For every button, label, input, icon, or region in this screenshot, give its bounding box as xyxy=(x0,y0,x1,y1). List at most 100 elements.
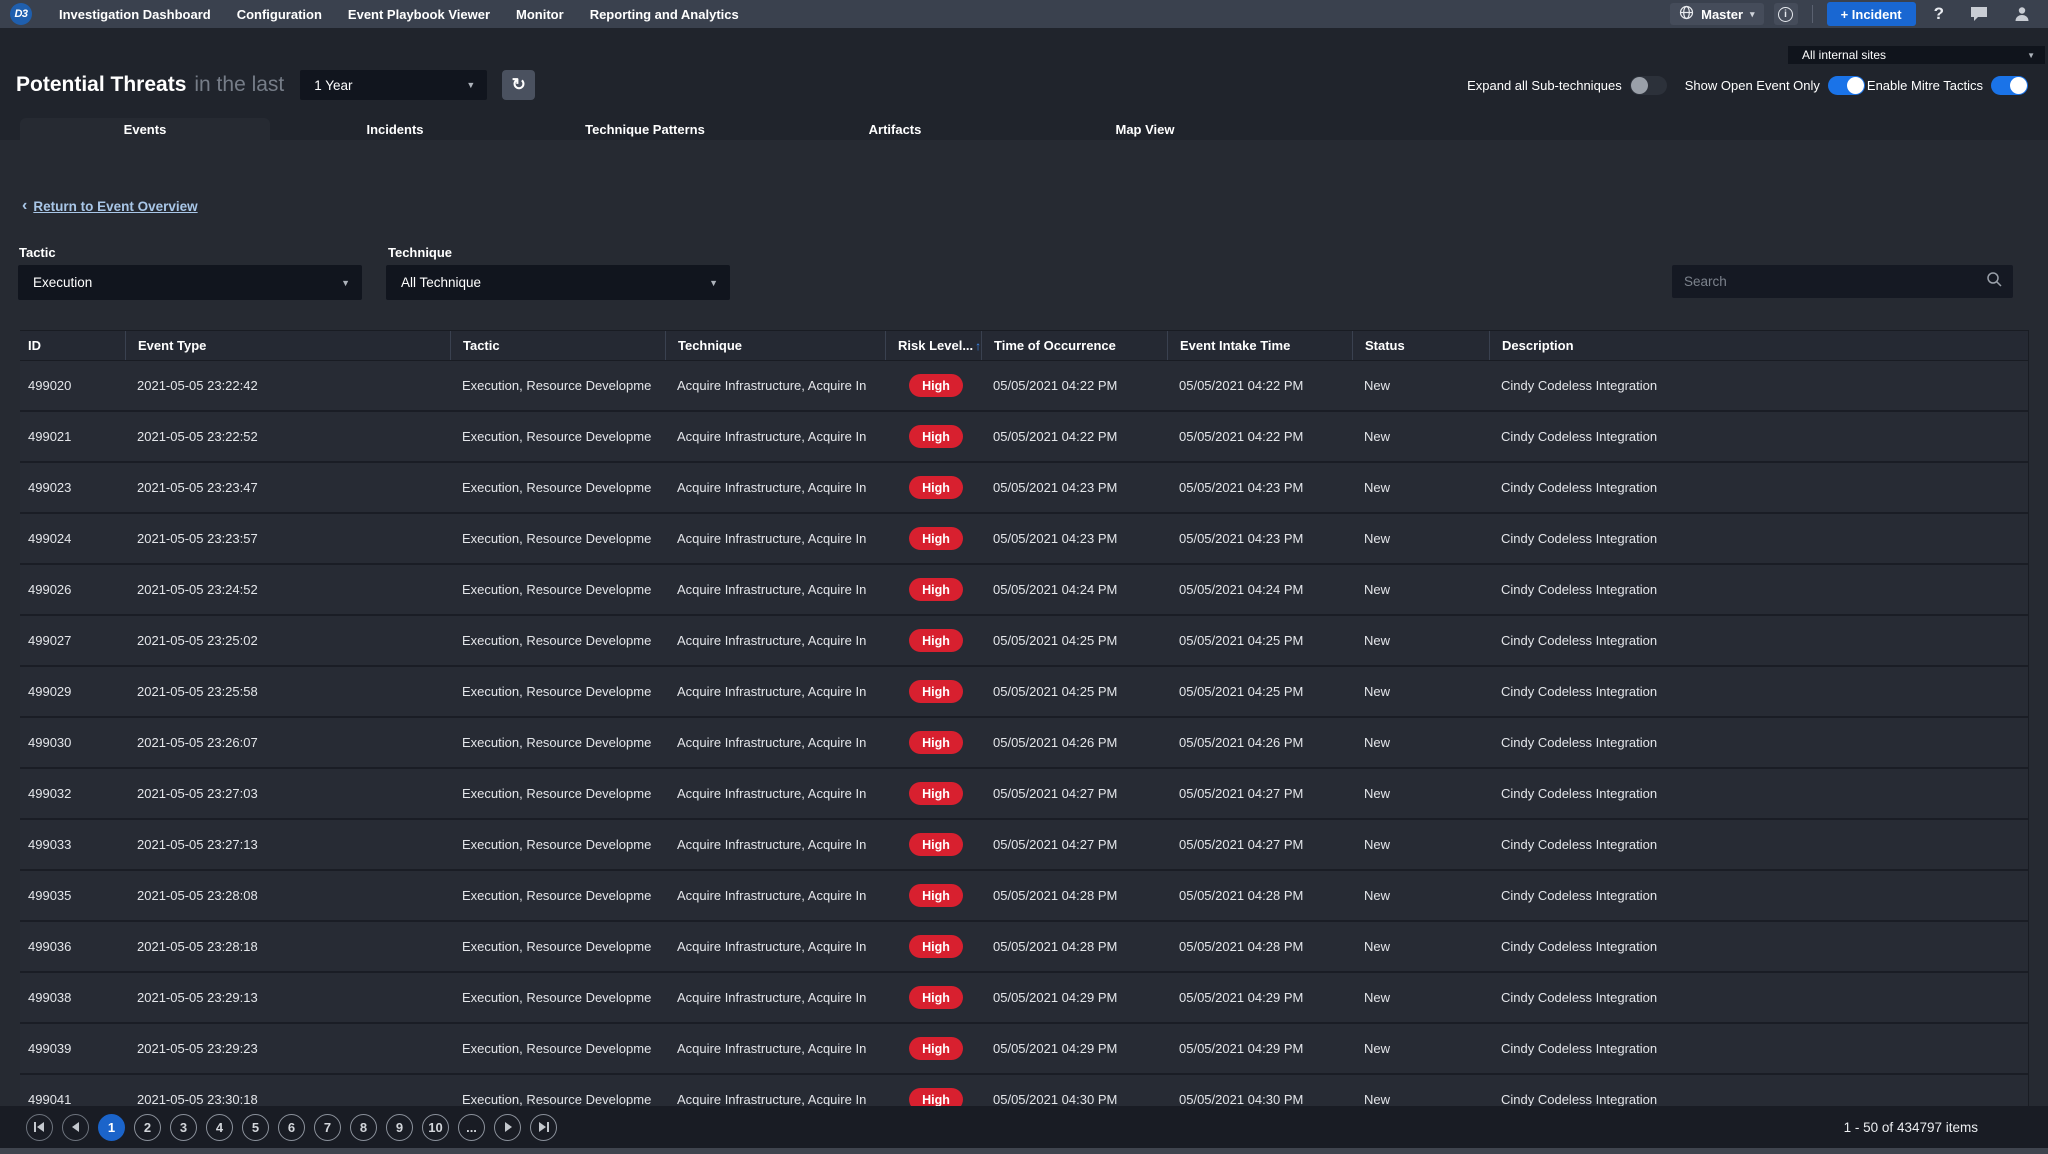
table-row-499035[interactable]: 4990352021-05-05 23:28:08Execution, Reso… xyxy=(20,871,2028,922)
page-button-10[interactable]: 10 xyxy=(422,1114,449,1141)
table-row-499032[interactable]: 4990322021-05-05 23:27:03Execution, Reso… xyxy=(20,769,2028,820)
cell-id: 499041 xyxy=(20,1092,125,1106)
page-button-8[interactable]: 8 xyxy=(350,1114,377,1141)
cell-event_type: 2021-05-05 23:29:13 xyxy=(125,990,450,1005)
column-header-time-of-occurrence[interactable]: Time of Occurrence xyxy=(981,331,1167,360)
show-open-event-only-toggle[interactable] xyxy=(1828,76,1865,95)
table-row-499036[interactable]: 4990362021-05-05 23:28:18Execution, Reso… xyxy=(20,922,2028,973)
page-button-4[interactable]: 4 xyxy=(206,1114,233,1141)
chat-icon[interactable] xyxy=(1962,6,1996,22)
search-icon[interactable] xyxy=(1986,271,2003,293)
nav-item-configuration[interactable]: Configuration xyxy=(224,7,335,22)
cell-status: New xyxy=(1352,735,1489,750)
cell-description: Cindy Codeless Integration xyxy=(1489,837,2028,852)
column-header-status[interactable]: Status xyxy=(1352,331,1489,360)
navbar-right: Master ▾ i + Incident ? xyxy=(1670,2,2038,26)
first-page-button[interactable] xyxy=(26,1114,53,1141)
time-range-value: 1 Year xyxy=(314,78,466,93)
technique-dropdown[interactable]: All Technique ▼ xyxy=(386,265,730,300)
cell-event_type: 2021-05-05 23:27:03 xyxy=(125,786,450,801)
refresh-button[interactable]: ↻ xyxy=(502,70,535,100)
site-scope-dropdown[interactable]: Master ▾ xyxy=(1670,3,1763,25)
page-button-1[interactable]: 1 xyxy=(98,1114,125,1141)
table-row-499026[interactable]: 4990262021-05-05 23:24:52Execution, Reso… xyxy=(20,565,2028,616)
risk-badge-high: High xyxy=(909,986,963,1009)
help-button[interactable]: ? xyxy=(1926,4,1952,24)
tab-events[interactable]: Events xyxy=(20,118,270,140)
nav-item-reporting-and-analytics[interactable]: Reporting and Analytics xyxy=(577,7,752,22)
table-row-499023[interactable]: 4990232021-05-05 23:23:47Execution, Reso… xyxy=(20,463,2028,514)
table-row-499041[interactable]: 4990412021-05-05 23:30:18Execution, Reso… xyxy=(20,1075,2028,1106)
new-incident-button[interactable]: + Incident xyxy=(1827,2,1916,26)
expand-all-sub-techniques-toggle[interactable] xyxy=(1630,76,1667,95)
cell-technique: Acquire Infrastructure, Acquire In xyxy=(665,480,885,495)
table-row-499024[interactable]: 4990242021-05-05 23:23:57Execution, Reso… xyxy=(20,514,2028,565)
return-to-event-overview-link[interactable]: ‹ Return to Event Overview xyxy=(22,197,198,215)
page-button-5[interactable]: 5 xyxy=(242,1114,269,1141)
risk-badge-high: High xyxy=(909,425,963,448)
user-icon[interactable] xyxy=(2006,6,2038,22)
column-header-event-type[interactable]: Event Type xyxy=(125,331,450,360)
column-header-event-intake-time[interactable]: Event Intake Time xyxy=(1167,331,1352,360)
cell-id: 499026 xyxy=(20,582,125,597)
table-row-499033[interactable]: 4990332021-05-05 23:27:13Execution, Reso… xyxy=(20,820,2028,871)
tab-artifacts[interactable]: Artifacts xyxy=(770,118,1020,140)
nav-item-monitor[interactable]: Monitor xyxy=(503,7,577,22)
page-ellipsis-button[interactable]: ... xyxy=(458,1114,485,1141)
cell-occurred: 05/05/2021 04:26 PM xyxy=(981,735,1167,750)
cell-intake: 05/05/2021 04:28 PM xyxy=(1167,888,1352,903)
column-header-tactic[interactable]: Tactic xyxy=(450,331,665,360)
cell-status: New xyxy=(1352,837,1489,852)
table-row-499027[interactable]: 4990272021-05-05 23:25:02Execution, Reso… xyxy=(20,616,2028,667)
search-input[interactable] xyxy=(1676,274,1986,289)
page-button-6[interactable]: 6 xyxy=(278,1114,305,1141)
page-button-2[interactable]: 2 xyxy=(134,1114,161,1141)
toggle-knob xyxy=(1631,77,1648,94)
nav-item-investigation-dashboard[interactable]: Investigation Dashboard xyxy=(46,7,224,22)
prev-page-button[interactable] xyxy=(62,1114,89,1141)
cell-risk: High xyxy=(885,833,981,856)
cell-technique: Acquire Infrastructure, Acquire In xyxy=(665,633,885,648)
table-row-499020[interactable]: 4990202021-05-05 23:22:42Execution, Reso… xyxy=(20,361,2028,412)
column-header-id[interactable]: ID xyxy=(20,331,125,360)
info-button[interactable]: i xyxy=(1774,3,1798,25)
cell-status: New xyxy=(1352,480,1489,495)
tab-map-view[interactable]: Map View xyxy=(1020,118,1270,140)
cell-status: New xyxy=(1352,531,1489,546)
risk-badge-high: High xyxy=(909,476,963,499)
cell-event_type: 2021-05-05 23:25:02 xyxy=(125,633,450,648)
d3-logo[interactable]: D3 xyxy=(10,3,32,25)
table-row-499030[interactable]: 4990302021-05-05 23:26:07Execution, Reso… xyxy=(20,718,2028,769)
cell-occurred: 05/05/2021 04:30 PM xyxy=(981,1092,1167,1106)
tab-technique-patterns[interactable]: Technique Patterns xyxy=(520,118,770,140)
time-range-dropdown[interactable]: 1 Year ▼ xyxy=(300,70,487,100)
cell-intake: 05/05/2021 04:29 PM xyxy=(1167,990,1352,1005)
horizontal-scrollbar[interactable] xyxy=(0,1148,2048,1154)
cell-occurred: 05/05/2021 04:25 PM xyxy=(981,684,1167,699)
cell-intake: 05/05/2021 04:29 PM xyxy=(1167,1041,1352,1056)
nav-item-event-playbook-viewer[interactable]: Event Playbook Viewer xyxy=(335,7,503,22)
cell-status: New xyxy=(1352,684,1489,699)
table-row-499038[interactable]: 4990382021-05-05 23:29:13Execution, Reso… xyxy=(20,973,2028,1024)
column-header-description[interactable]: Description xyxy=(1489,331,2028,360)
cell-status: New xyxy=(1352,429,1489,444)
events-table-header: IDEvent TypeTacticTechniqueRisk Level...… xyxy=(20,330,2028,361)
column-header-technique[interactable]: Technique xyxy=(665,331,885,360)
next-page-button[interactable] xyxy=(494,1114,521,1141)
cell-tactic: Execution, Resource Developme xyxy=(450,735,665,750)
table-row-499039[interactable]: 4990392021-05-05 23:29:23Execution, Reso… xyxy=(20,1024,2028,1075)
table-row-499029[interactable]: 4990292021-05-05 23:25:58Execution, Reso… xyxy=(20,667,2028,718)
enable-mitre-tactics-toggle[interactable] xyxy=(1991,76,2028,95)
tactic-dropdown[interactable]: Execution ▼ xyxy=(18,265,362,300)
technique-filter-label: Technique xyxy=(388,245,452,260)
table-row-499021[interactable]: 4990212021-05-05 23:22:52Execution, Reso… xyxy=(20,412,2028,463)
page-button-3[interactable]: 3 xyxy=(170,1114,197,1141)
page-button-9[interactable]: 9 xyxy=(386,1114,413,1141)
internal-sites-dropdown[interactable]: All internal sites ▼ xyxy=(1788,46,2045,64)
last-page-button[interactable] xyxy=(530,1114,557,1141)
column-header-risk-level[interactable]: Risk Level...↑ xyxy=(885,331,981,360)
tab-incidents[interactable]: Incidents xyxy=(270,118,520,140)
cell-id: 499024 xyxy=(20,531,125,546)
cell-event_type: 2021-05-05 23:29:23 xyxy=(125,1041,450,1056)
page-button-7[interactable]: 7 xyxy=(314,1114,341,1141)
